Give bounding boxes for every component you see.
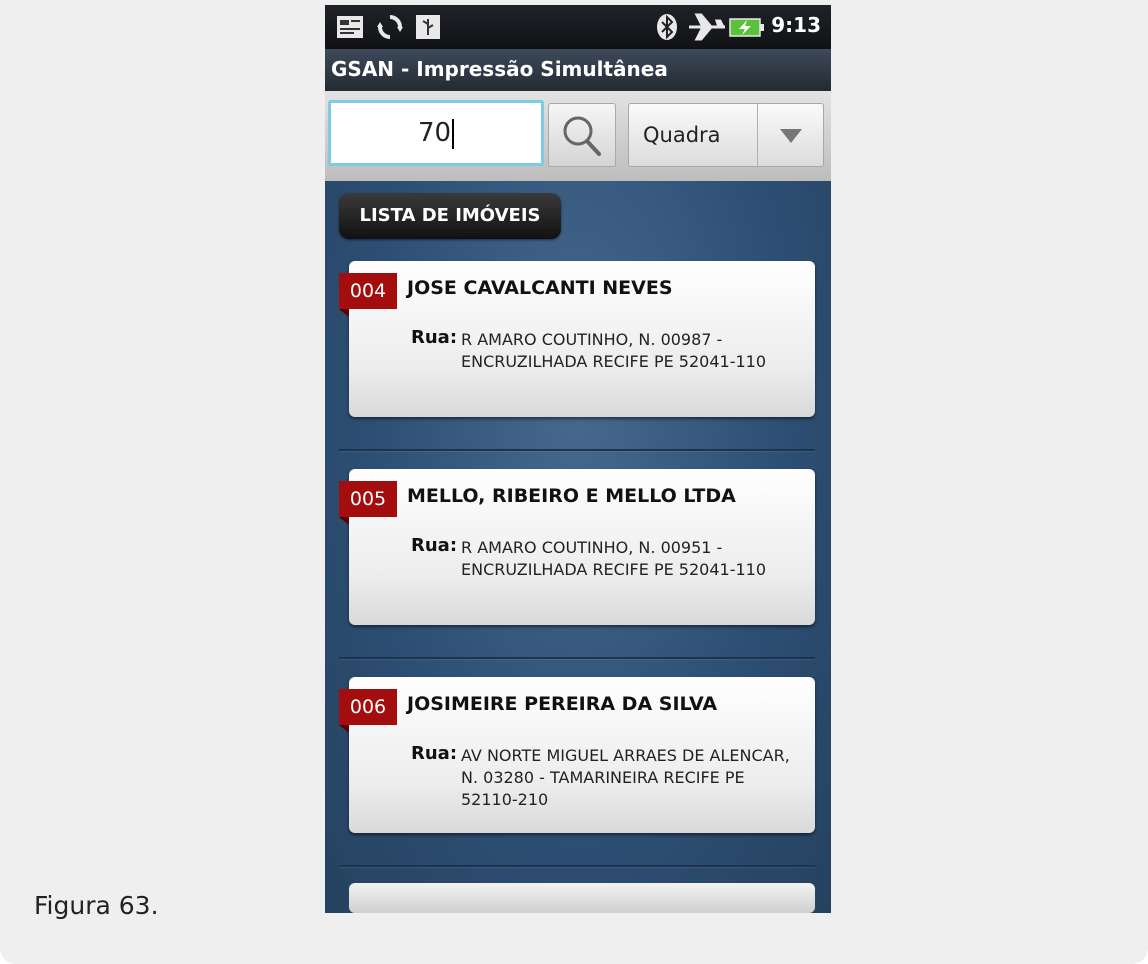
chevron-down-icon (780, 129, 802, 143)
sync-icon (377, 15, 403, 39)
item-name: MELLO, RIBEIRO E MELLO LTDA (407, 485, 736, 507)
list-divider (339, 657, 815, 659)
item-code-badge: 004 (339, 273, 397, 309)
badge-fold (339, 517, 349, 525)
figure-caption: Figura 63. (34, 891, 159, 920)
list-item[interactable]: 006 JOSIMEIRE PEREIRA DA SILVA Rua: AV N… (339, 677, 815, 833)
item-address: R AMARO COUTINHO, N. 00951 - ENCRUZILHAD… (461, 538, 767, 579)
filter-dropdown-value: Quadra (643, 123, 721, 147)
item-code-badge: 006 (339, 689, 397, 725)
list-divider (339, 449, 815, 451)
search-button[interactable] (548, 103, 616, 167)
airplane-mode-icon (689, 13, 725, 41)
item-address: AV NORTE MIGUEL ARRAES DE ALENCAR, N. 03… (461, 746, 790, 809)
address-label: Rua: (411, 535, 458, 556)
search-input[interactable]: 70 (328, 100, 544, 166)
list-divider (339, 865, 815, 867)
notification-icon (337, 16, 363, 38)
text-cursor (452, 118, 455, 149)
badge-fold (339, 309, 349, 317)
search-icon (563, 116, 601, 156)
list-header: LISTA DE IMÓVEIS (339, 193, 561, 239)
app-title: GSAN - Impressão Simultânea (331, 57, 668, 81)
list-item-partial[interactable] (349, 883, 815, 913)
app-title-bar: GSAN - Impressão Simultânea (325, 49, 831, 91)
item-address: R AMARO COUTINHO, N. 00987 - ENCRUZILHAD… (461, 330, 767, 371)
filter-dropdown[interactable]: Quadra (628, 103, 824, 167)
search-input-value: 70 (417, 118, 452, 148)
search-bar: 70 Quadra (325, 91, 831, 181)
dropdown-divider (757, 104, 758, 166)
address-label: Rua: (411, 327, 458, 348)
status-time: 9:13 (771, 13, 821, 37)
phone-screen: 9:13 GSAN - Impressão Simultânea 70 Quad… (325, 5, 831, 913)
status-bar: 9:13 (325, 5, 831, 49)
battery-charging-icon (729, 18, 764, 37)
item-code-badge: 005 (339, 481, 397, 517)
badge-fold (339, 725, 349, 733)
list-item[interactable]: 005 MELLO, RIBEIRO E MELLO LTDA Rua: R A… (339, 469, 815, 625)
item-name: JOSIMEIRE PEREIRA DA SILVA (407, 693, 718, 715)
property-list: LISTA DE IMÓVEIS 004 JOSE CAVALCANTI NEV… (325, 181, 831, 913)
bluetooth-icon (657, 14, 677, 40)
usb-icon (416, 15, 440, 39)
list-item[interactable]: 004 JOSE CAVALCANTI NEVES Rua: R AMARO C… (339, 261, 815, 417)
item-name: JOSE CAVALCANTI NEVES (407, 277, 673, 299)
address-label: Rua: (411, 743, 458, 764)
